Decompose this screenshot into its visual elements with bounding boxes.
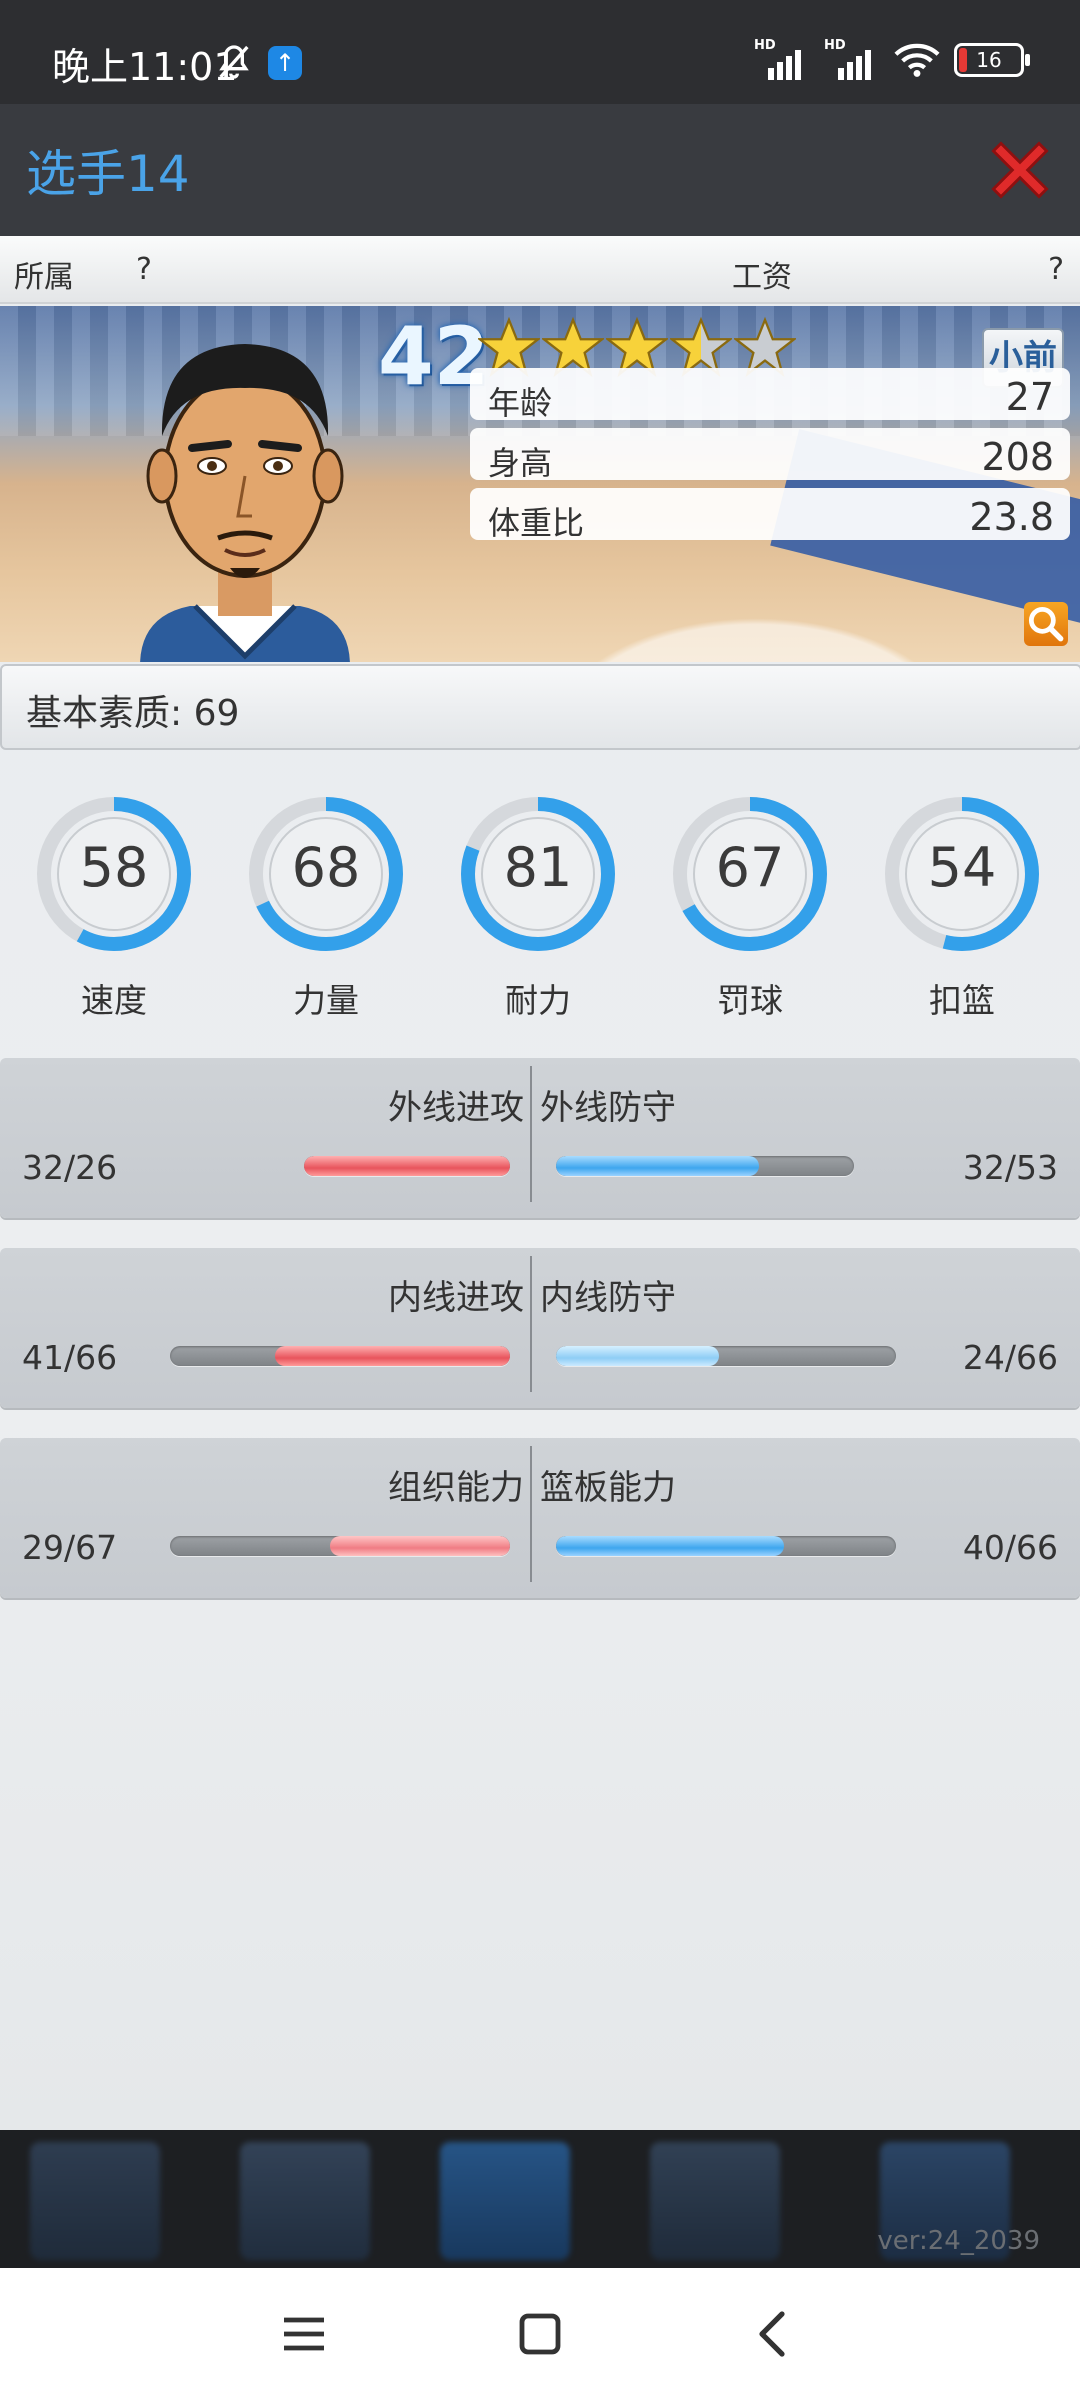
home-icon[interactable] [510, 2304, 570, 2364]
gauge-1: 58 速度 [34, 784, 194, 1020]
team-value: ? [136, 252, 152, 287]
gauge-4: 67 罚球 [670, 784, 830, 1020]
skill-row: 组织能力 篮板能力 29/67 40/66 [0, 1438, 1080, 1598]
attribute-label: 年龄 [488, 384, 553, 422]
skill-left-value: 41/66 [22, 1338, 118, 1377]
team-label: 所属 [14, 260, 74, 295]
skill-left-bar [304, 1156, 510, 1176]
skill-right-value: 24/66 [962, 1338, 1058, 1377]
player-avatar [140, 344, 350, 662]
skill-left-label: 外线进攻 [388, 1088, 524, 1128]
attribute-row-weight-ratio: 体重比 23.8 [470, 488, 1070, 542]
gauge-label: 扣篮 [929, 981, 995, 1020]
skill-left-bar [170, 1536, 510, 1556]
close-icon[interactable] [982, 132, 1058, 208]
skill-right-bar [556, 1156, 854, 1176]
skill-row: 内线进攻 内线防守 41/66 24/66 [0, 1248, 1080, 1408]
gauge-2: 68 力量 [246, 784, 406, 1020]
game-bottom-nav: ver:24_2039 [0, 2130, 1080, 2268]
skill-left-value: 29/67 [22, 1528, 118, 1567]
gauge-value: 54 [927, 836, 997, 899]
nav-icon [440, 2142, 570, 2260]
gauge-5: 54 扣篮 [882, 784, 1042, 1020]
gauge-value: 58 [79, 836, 149, 899]
skill-right-bar [556, 1536, 896, 1556]
skill-right-label: 篮板能力 [540, 1468, 676, 1508]
skill-right-value: 32/53 [962, 1148, 1058, 1187]
gauge-value: 67 [715, 836, 785, 899]
menu-icon[interactable] [274, 2304, 334, 2364]
status-bar: 晚上11:01 ↑ HD HD 16 [0, 0, 1080, 104]
basic-quality-text: 基本素质: 69 [26, 693, 240, 734]
skill-left-label: 内线进攻 [388, 1278, 524, 1318]
skill-right-label: 外线防守 [540, 1088, 676, 1128]
wifi-icon [894, 43, 940, 77]
attribute-label: 体重比 [488, 504, 585, 542]
version-label: ver:24_2039 [877, 2226, 1040, 2256]
hd-signal-icon: HD [754, 38, 810, 80]
gauge-label: 力量 [293, 981, 359, 1020]
skill-row: 外线进攻 外线防守 32/26 32/53 [0, 1058, 1080, 1218]
nav-icon [240, 2142, 370, 2260]
gauge-row: 58 速度 68 力量 81 耐力 67 罚球 54 扣篮 [0, 784, 1080, 1024]
skill-left-value: 32/26 [22, 1148, 118, 1187]
player-panel: 所属 ? 工资 ? 42 小前 年龄 27 身高 208 体重比 23.8 基本… [0, 236, 1080, 2130]
attribute-row-height: 身高 208 [470, 428, 1070, 482]
bell-off-icon [219, 45, 249, 79]
search-icon[interactable] [1024, 602, 1068, 646]
attribute-value: 208 [981, 435, 1054, 479]
system-nav-bar [0, 2268, 1080, 2400]
title-bar: 选手14 [0, 104, 1080, 236]
battery-icon: 16 [954, 43, 1030, 77]
skill-left-label: 组织能力 [388, 1468, 524, 1508]
upload-icon: ↑ [268, 46, 302, 80]
info-row: 所属 ? 工资 ? [0, 236, 1080, 304]
salary-value: ? [1048, 252, 1064, 287]
skill-right-label: 内线防守 [540, 1278, 676, 1318]
attribute-value: 27 [1005, 375, 1054, 419]
salary-label: 工资 [732, 260, 792, 295]
attribute-row-age: 年龄 27 [470, 368, 1070, 422]
status-time: 晚上11:01 [52, 45, 238, 89]
player-card: 42 小前 年龄 27 身高 208 体重比 23.8 [0, 306, 1080, 662]
skill-left-bar [170, 1346, 510, 1366]
basic-quality-bar: 基本素质: 69 [0, 664, 1080, 750]
page-title: 选手14 [26, 145, 190, 203]
skill-right-bar [556, 1346, 896, 1366]
back-icon[interactable] [744, 2304, 804, 2364]
attribute-value: 23.8 [969, 495, 1054, 539]
gauge-3: 81 耐力 [458, 784, 618, 1020]
battery-level: 16 [976, 48, 1002, 72]
nav-icon [650, 2142, 780, 2260]
gauge-value: 81 [503, 836, 573, 899]
attribute-label: 身高 [488, 444, 553, 482]
gauge-label: 耐力 [505, 981, 571, 1020]
nav-icon [30, 2142, 160, 2260]
hd-signal-icon: HD [824, 38, 880, 80]
gauge-label: 罚球 [717, 981, 783, 1020]
gauge-value: 68 [291, 836, 361, 899]
skill-right-value: 40/66 [962, 1528, 1058, 1567]
gauge-label: 速度 [81, 981, 147, 1020]
